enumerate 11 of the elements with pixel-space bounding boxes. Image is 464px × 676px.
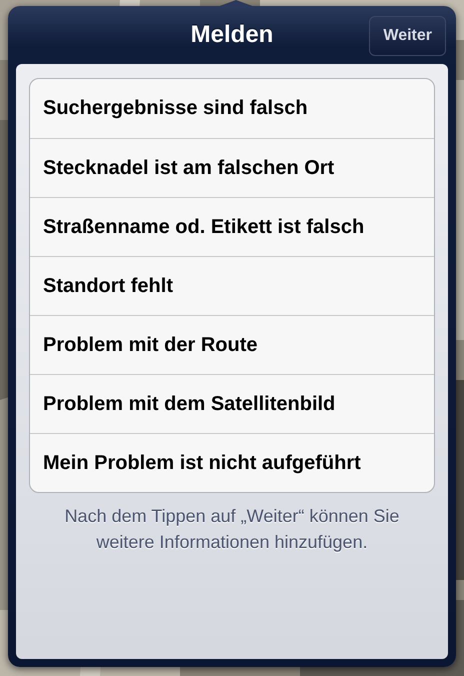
option-item[interactable]: Mein Problem ist nicht aufgeführt: [30, 433, 434, 492]
option-item[interactable]: Standort fehlt: [30, 256, 434, 315]
popover-arrow: [214, 0, 258, 8]
footer-note: Nach dem Tippen auf „Weiter“ können Sie weitere Informationen hinzufügen.: [64, 505, 400, 554]
option-item[interactable]: Stecknadel ist am falschen Ort: [30, 138, 434, 197]
next-button[interactable]: Weiter: [369, 16, 446, 56]
option-item[interactable]: Straßenname od. Etikett ist falsch: [30, 197, 434, 256]
option-item[interactable]: Suchergebnisse sind falsch: [30, 79, 434, 138]
option-item[interactable]: Problem mit dem Satellitenbild: [30, 374, 434, 433]
popover-title: Melden: [190, 21, 274, 49]
option-item[interactable]: Problem mit der Route: [30, 315, 434, 374]
